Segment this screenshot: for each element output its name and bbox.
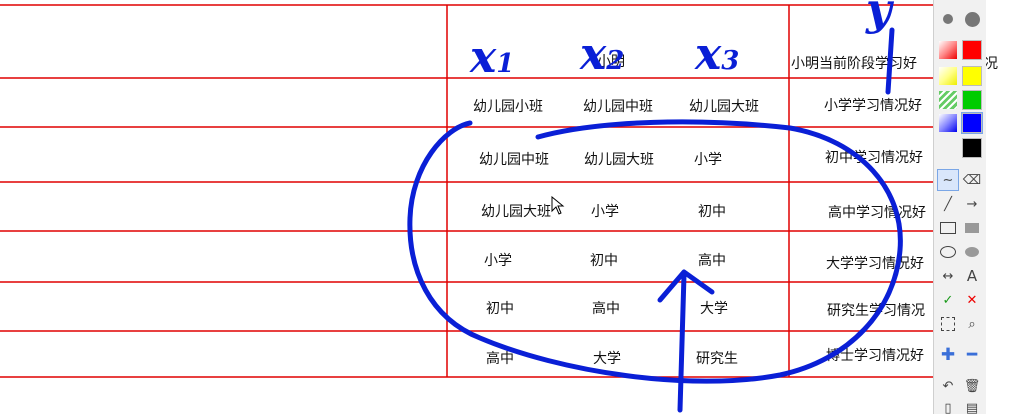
color-green-swatch[interactable] xyxy=(962,90,982,110)
row2-x1[interactable]: 幼儿园中班 xyxy=(479,149,549,169)
pen-icon[interactable]: ∼ xyxy=(937,169,959,191)
row1-x3[interactable]: 幼儿园大班 xyxy=(689,96,759,116)
ink-x2: x2 xyxy=(580,29,625,80)
line-icon[interactable]: ╱ xyxy=(938,194,958,214)
gradient-green-icon[interactable] xyxy=(938,90,958,110)
row4-x2[interactable]: 初中 xyxy=(590,250,618,270)
header-y: 小明当前阶段学习好 xyxy=(791,56,917,72)
row2-x2[interactable]: 幼儿园大班 xyxy=(584,149,654,169)
color-blue-swatch[interactable] xyxy=(961,112,983,134)
zoom-icon[interactable]: ⌕ xyxy=(962,314,982,334)
delete-icon[interactable]: ✕ xyxy=(962,290,982,310)
double-arrow-icon[interactable]: ↔ xyxy=(938,266,958,286)
ellipse-icon[interactable] xyxy=(938,242,958,262)
row6-x3[interactable]: 研究生 xyxy=(696,348,738,368)
row3-x3[interactable]: 初中 xyxy=(698,201,726,221)
row2-x3[interactable]: 小学 xyxy=(694,149,722,169)
arrow-icon[interactable]: → xyxy=(962,194,982,214)
select-icon[interactable] xyxy=(938,314,958,334)
mouse-cursor-icon xyxy=(551,196,565,215)
row5-x3[interactable]: 大学 xyxy=(700,298,728,318)
eraser-icon[interactable]: ⌫ xyxy=(962,170,982,190)
row6-x2[interactable]: 大学 xyxy=(593,348,621,368)
gradient-yellow-icon[interactable] xyxy=(938,66,958,86)
row5-x2[interactable]: 高中 xyxy=(592,298,620,318)
row4-x1[interactable]: 小学 xyxy=(484,250,512,270)
row1-y[interactable]: 小学学习情况好 xyxy=(824,95,922,115)
row6-y[interactable]: 博士学习情况好 xyxy=(826,345,924,365)
text-icon[interactable]: A xyxy=(962,266,982,286)
undo-icon[interactable]: ↶ xyxy=(938,376,958,396)
color-black-swatch[interactable] xyxy=(962,138,982,158)
row5-x1[interactable]: 初中 xyxy=(486,298,514,318)
row4-x3[interactable]: 高中 xyxy=(698,250,726,270)
page-icon[interactable]: ▯ xyxy=(938,398,958,418)
minus-icon[interactable]: ━ xyxy=(962,345,982,365)
row3-x1[interactable]: 幼儿园大班 xyxy=(481,201,551,221)
row6-x1[interactable]: 高中 xyxy=(486,348,514,368)
ink-y: y xyxy=(866,0,892,35)
ink-x3: x3 xyxy=(695,29,740,80)
row3-x2[interactable]: 小学 xyxy=(591,201,619,221)
rectangle-icon[interactable] xyxy=(938,218,958,238)
paste-icon[interactable]: ▤ xyxy=(962,398,982,418)
filled-rectangle-icon[interactable] xyxy=(962,218,982,238)
row5-y[interactable]: 研究生学习情况 xyxy=(827,300,925,320)
row4-y[interactable]: 大学学习情况好 xyxy=(826,253,924,273)
check-icon[interactable]: ✓ xyxy=(938,290,958,310)
large-dot-icon[interactable] xyxy=(962,9,982,29)
row2-y[interactable]: 初中学习情况好 xyxy=(825,147,923,167)
color-red-swatch[interactable] xyxy=(962,40,982,60)
row3-y[interactable]: 高中学习情况好 xyxy=(828,202,926,222)
color-yellow-swatch[interactable] xyxy=(962,66,982,86)
gradient-blue-icon[interactable] xyxy=(938,113,958,133)
header-y-tail: 况 xyxy=(984,56,998,72)
plus-icon[interactable]: ✚ xyxy=(938,345,958,365)
gradient-red-icon[interactable] xyxy=(938,40,958,60)
small-dot-icon[interactable] xyxy=(938,9,958,29)
filled-ellipse-icon[interactable] xyxy=(962,242,982,262)
trash-icon[interactable]: 🗑 xyxy=(962,376,982,396)
row1-x1[interactable]: 幼儿园小班 xyxy=(473,96,543,116)
row1-x2[interactable]: 幼儿园中班 xyxy=(583,96,653,116)
annotation-palette: ∼ ⌫ ╱ → ↔ A ✓ ✕ ⌕ ✚ ━ ↶ 🗑 ▯ ▤ xyxy=(933,0,986,416)
ink-x1: x1 xyxy=(470,32,515,83)
